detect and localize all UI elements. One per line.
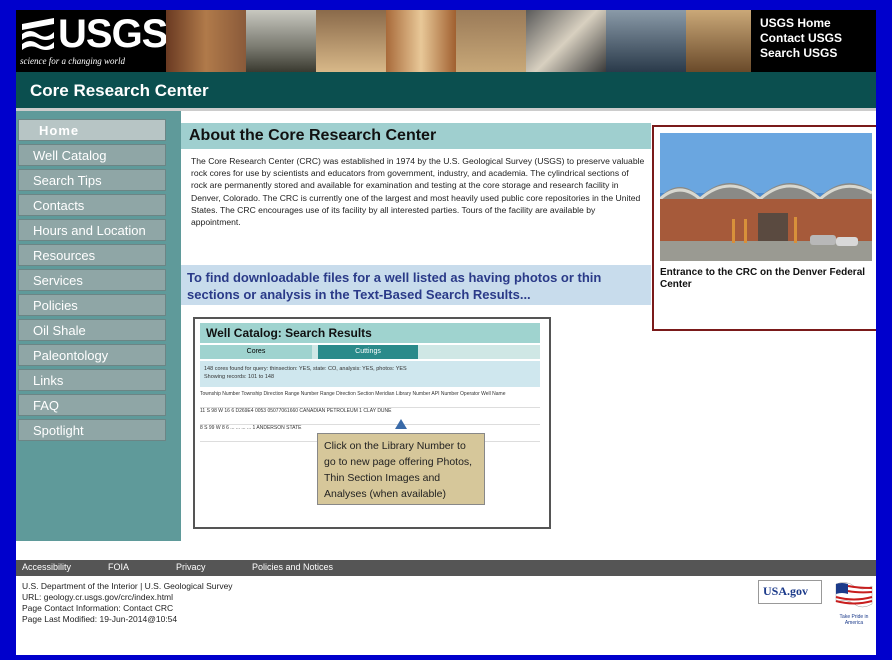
main-content: About the Core Research Center The Core … [181,111,651,541]
search-results-example: Well Catalog: Search Results Cores Cutti… [193,317,551,529]
sidebar-item-faq[interactable]: FAQ [18,394,166,416]
sidebar-item-contacts[interactable]: Contacts [18,194,166,216]
sidebar-item-oil-shale[interactable]: Oil Shale [18,319,166,341]
footer-link-privacy[interactable]: Privacy [176,562,206,572]
sidebar-item-hours-location[interactable]: Hours and Location [18,219,166,241]
usgs-home-link[interactable]: USGS Home [760,16,870,31]
site-title[interactable]: Core Research Center [30,81,209,101]
footer-dept-line: U.S. Department of the Interior | U.S. G… [22,581,233,591]
banner-collage [166,10,751,72]
sidebar-nav: Home Well Catalog Search Tips Contacts H… [18,119,166,444]
footer-link-accessibility[interactable]: Accessibility [22,562,71,572]
example-query-line: 148 cores found for query: thinsection: … [204,366,407,372]
page: USGS science for a changing world USGS H… [16,10,876,655]
sidebar: Home Well Catalog Search Tips Contacts H… [16,111,181,541]
flag-caption: Take Pride in America [839,614,869,626]
example-records-line: Showing records: 101 to 148 [204,374,275,380]
example-table-header: Township Number Township Direction Range… [200,391,540,408]
site-title-bar: Core Research Center [16,72,876,111]
find-files-box: To find downloadable files for a well li… [181,265,651,305]
about-paragraph: The Core Research Center (CRC) was estab… [191,156,645,228]
footer-modified-line: Page Last Modified: 19-Jun-2014@10:54 [22,614,178,624]
footer-links-bar: Accessibility FOIA Privacy Policies and … [16,560,876,576]
search-usgs-link[interactable]: Search USGS [760,46,870,61]
photo-caption: Entrance to the CRC on the Denver Federa… [660,267,866,290]
footer-link-policies[interactable]: Policies and Notices [252,562,333,572]
footer-contact-line: Page Contact Information: Contact CRC [22,603,174,613]
sidebar-item-resources[interactable]: Resources [18,244,166,266]
sidebar-item-home[interactable]: Home [18,119,166,141]
example-table-row: 11 S 98 W 16 6 D269E4 0053 05077061660 C… [200,408,540,425]
footer-url-line: URL: geology.cr.usgs.gov/crc/index.html [22,592,174,602]
example-tab-cuttings: Cuttings [318,345,418,359]
sidebar-item-policies[interactable]: Policies [18,294,166,316]
example-title: Well Catalog: Search Results [206,326,372,340]
sidebar-item-paleontology[interactable]: Paleontology [18,344,166,366]
sidebar-item-services[interactable]: Services [18,269,166,291]
about-title: About the Core Research Center [189,127,437,144]
crc-building-photo [660,133,872,261]
usagov-text: USA.gov [763,584,809,598]
find-files-text: To find downloadable files for a well li… [187,270,602,302]
example-tab-cores: Cores [200,345,312,359]
flag-icon[interactable] [834,580,874,610]
example-header: Well Catalog: Search Results [200,323,540,343]
sidebar-item-well-catalog[interactable]: Well Catalog [18,144,166,166]
header-banner: USGS science for a changing world USGS H… [16,10,876,72]
sidebar-item-links[interactable]: Links [18,369,166,391]
logo-text: USGS [58,12,168,56]
example-tabs: Cores Cuttings [200,345,540,359]
example-callout: Click on the Library Number to go to new… [317,433,485,505]
contact-usgs-link[interactable]: Contact USGS [760,31,870,46]
sidebar-item-spotlight[interactable]: Spotlight [18,419,166,441]
footer-info: U.S. Department of the Interior | U.S. G… [22,581,233,625]
footer-link-foia[interactable]: FOIA [108,562,129,572]
crc-photo-box: Entrance to the CRC on the Denver Federa… [652,125,876,331]
usagov-logo[interactable]: USA.gov [758,580,822,604]
top-links: USGS Home Contact USGS Search USGS [760,16,870,61]
logo-tagline: science for a changing world [20,56,125,66]
usgs-wave-icon [22,18,54,50]
example-query-info: 148 cores found for query: thinsection: … [200,361,540,387]
usgs-logo[interactable]: USGS science for a changing world [16,10,168,72]
up-arrow-icon [395,419,407,429]
about-heading-bar: About the Core Research Center [181,123,651,149]
sidebar-item-search-tips[interactable]: Search Tips [18,169,166,191]
